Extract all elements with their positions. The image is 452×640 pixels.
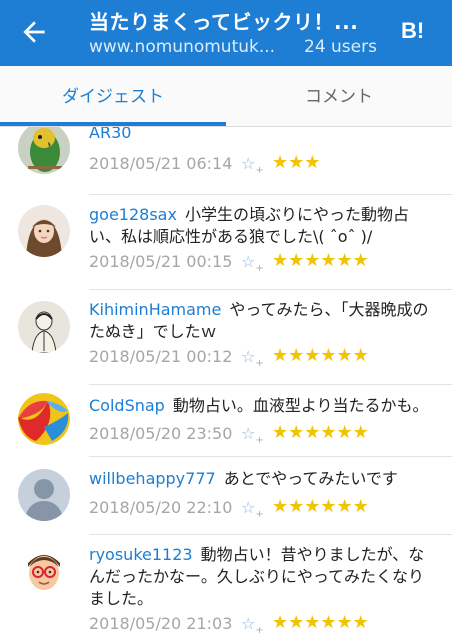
comment-text: AR30: [89, 127, 434, 144]
comment-date[interactable]: 2018/05/20 23:50: [89, 422, 232, 446]
comment-username[interactable]: goe128sax: [89, 205, 177, 224]
comment-row[interactable]: AR30 2018/05/21 06:14 ☆+ ★★★: [0, 127, 452, 195]
add-star-icon[interactable]: ☆+: [241, 612, 264, 640]
comment-row[interactable]: willbehappy777 あとでやってみたいです 2018/05/20 22:…: [0, 457, 452, 535]
add-star-icon[interactable]: ☆+: [241, 152, 264, 183]
comment-text: ryosuke1123 動物占い！昔やりましたが、なんだったかなー。久しぶりにやっ…: [89, 544, 434, 610]
comment-text: KihiminHamame やってみたら、「大器晩成のたぬき」でしたｗ: [89, 299, 434, 343]
comment-meta: 2018/05/20 22:10 ☆+ ★★★★★★: [89, 496, 439, 520]
star-rating[interactable]: ★★★★★★: [272, 249, 369, 273]
comment-row[interactable]: goe128sax 小学生の頃ぶりにやった動物占い、私は順応性がある狼でした\( …: [0, 195, 452, 290]
comment-date[interactable]: 2018/05/21 06:14: [89, 152, 232, 176]
comment-meta: 2018/05/21 00:12 ☆+ ★★★★★★: [89, 345, 439, 369]
tab-digest[interactable]: ダイジェスト: [0, 66, 226, 126]
avatar[interactable]: [18, 205, 70, 257]
star-rating[interactable]: ★★★★★★: [272, 344, 369, 368]
comment-date[interactable]: 2018/05/21 00:15: [89, 250, 232, 274]
back-arrow-icon[interactable]: [18, 16, 50, 48]
avatar[interactable]: [18, 301, 70, 353]
comment-date[interactable]: 2018/05/20 22:10: [89, 496, 232, 520]
add-star-icon[interactable]: ☆+: [241, 496, 264, 527]
comment-date[interactable]: 2018/05/21 00:12: [89, 345, 232, 369]
app-bar: 当たりまくってビックリ！... www.nomunomutuk... 24 us…: [0, 0, 452, 66]
comment-list: AR30 2018/05/21 06:14 ☆+ ★★★ goe128sax 小学…: [0, 127, 452, 640]
page-url: www.nomunomutuk...: [89, 37, 276, 57]
avatar[interactable]: [18, 545, 70, 597]
add-star-icon[interactable]: ☆+: [241, 345, 264, 376]
add-star-icon[interactable]: ☆+: [241, 250, 264, 281]
comment-username[interactable]: ColdSnap: [89, 396, 165, 415]
comment-row[interactable]: ColdSnap 動物占い。血液型より当たるかも。 2018/05/20 23:5…: [0, 385, 452, 457]
comment-meta: 2018/05/21 06:14 ☆+ ★★★: [89, 152, 439, 176]
comment-row[interactable]: KihiminHamame やってみたら、「大器晩成のたぬき」でしたｗ 2018/…: [0, 290, 452, 385]
star-rating[interactable]: ★★★★★★: [272, 495, 369, 519]
tab-comments[interactable]: コメント: [226, 66, 452, 126]
comment-meta: 2018/05/21 00:15 ☆+ ★★★★★★: [89, 250, 439, 274]
avatar[interactable]: [18, 393, 70, 445]
avatar[interactable]: [18, 127, 70, 174]
star-rating[interactable]: ★★★★★★: [272, 421, 369, 445]
comment-text: goe128sax 小学生の頃ぶりにやった動物占い、私は順応性がある狼でした\( …: [89, 204, 434, 248]
comment-row[interactable]: ryosuke1123 動物占い！昔やりましたが、なんだったかなー。久しぶりにやっ…: [0, 535, 452, 640]
comment-username[interactable]: AR30: [89, 127, 131, 142]
comment-body: 動物占い。血液型より当たるかも。: [172, 396, 429, 415]
star-rating[interactable]: ★★★★★★: [272, 611, 369, 635]
add-star-icon[interactable]: ☆+: [241, 422, 264, 453]
hatena-bookmark-icon[interactable]: B!: [401, 18, 424, 44]
comment-meta: 2018/05/20 21:03 ☆+ ★★★★★★: [89, 612, 439, 636]
page-title: 当たりまくってビックリ！...: [89, 10, 359, 34]
comment-text: ColdSnap 動物占い。血液型より当たるかも。: [89, 395, 434, 417]
comment-username[interactable]: KihiminHamame: [89, 300, 221, 319]
comment-body: あとでやってみたいです: [223, 469, 398, 488]
star-rating[interactable]: ★★★: [272, 151, 320, 175]
comment-date[interactable]: 2018/05/20 21:03: [89, 612, 232, 636]
comment-username[interactable]: willbehappy777: [89, 469, 216, 488]
comment-text: willbehappy777 あとでやってみたいです: [89, 468, 434, 490]
comment-meta: 2018/05/20 23:50 ☆+ ★★★★★★: [89, 422, 439, 446]
avatar[interactable]: [18, 469, 70, 521]
tab-bar: ダイジェスト コメント: [0, 66, 452, 127]
bookmark-user-count[interactable]: 24 users: [304, 37, 377, 57]
comment-username[interactable]: ryosuke1123: [89, 545, 193, 564]
active-tab-indicator: [0, 122, 226, 126]
